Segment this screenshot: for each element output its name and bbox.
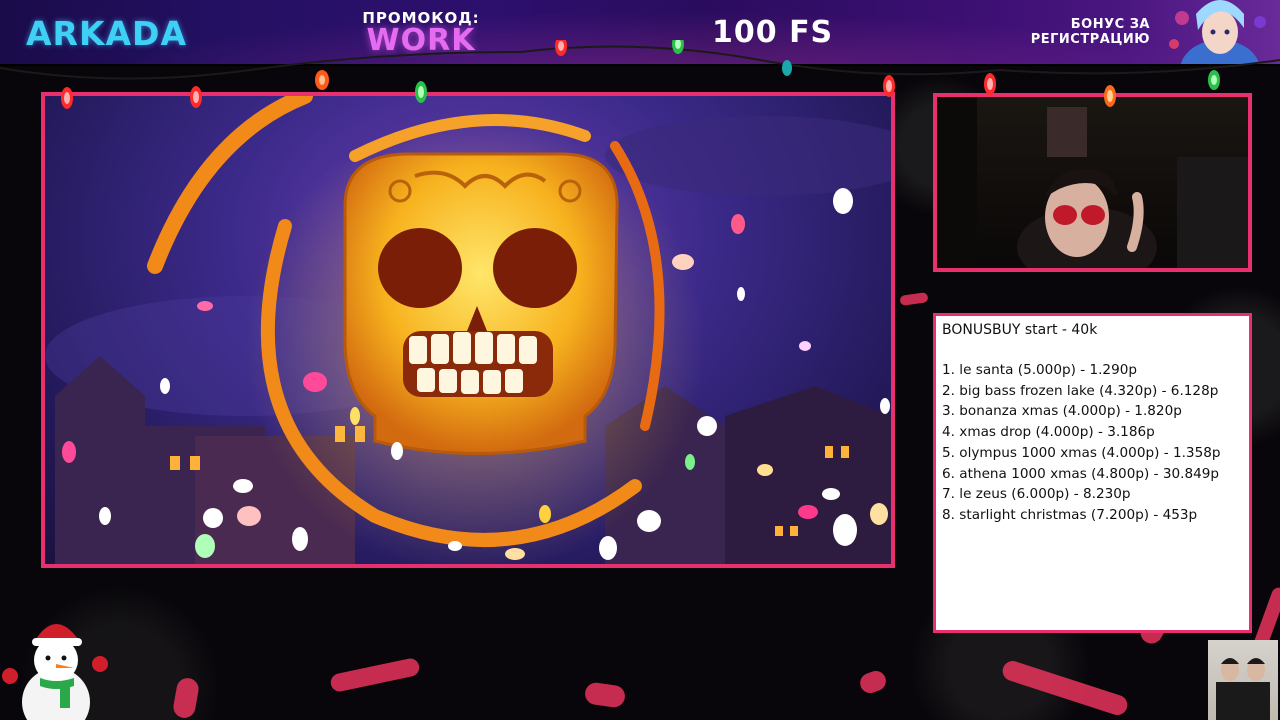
decor-stripe <box>899 292 929 306</box>
decor-stripe <box>857 668 889 696</box>
mascot-character-icon <box>1169 0 1266 64</box>
list-item: 2. big bass frozen lake (4.320р) - 6.128… <box>942 382 1219 399</box>
top-banner: ARKADA ПРОМОКОД: WORK 100 FS БОНУС ЗА РЕ… <box>0 0 1280 66</box>
list-item: 6. athena 1000 xmas (4.800р) - 30.849р <box>942 465 1220 482</box>
bonus-line-1: БОНУС ЗА <box>1070 17 1150 32</box>
snowman-icon <box>2 624 108 720</box>
bonus-line-2: РЕГИСТРАЦИЮ <box>1030 32 1150 47</box>
list-item: 4. xmas drop (4.000р) - 3.186р <box>942 424 1155 441</box>
decor-stripe <box>171 676 201 720</box>
promo-code: WORK <box>366 23 476 58</box>
casino-logo: ARKADA <box>26 14 187 53</box>
list-item: 7. le zeus (6.000р) - 8.230р <box>942 486 1131 503</box>
promo-block: ПРОМОКОД: WORK <box>350 10 492 56</box>
bonus-buy-title: BONUSBUY start - 40k <box>942 322 1098 338</box>
game-screen <box>41 92 895 568</box>
decor-stripe <box>1000 658 1130 718</box>
list-item: 8. starlight christmas (7.200р) - 453р <box>942 506 1198 523</box>
streamer-video-feed <box>937 97 1248 268</box>
list-item: 1. le santa (5.000р) - 1.290р <box>942 362 1138 378</box>
slot-game-bonus-animation <box>45 96 891 564</box>
bonus-buy-panel: BONUSBUY start - 40k 1. le santa (5.000р… <box>933 313 1252 633</box>
list-item: 5. olympus 1000 xmas (4.000р) - 1.358р <box>942 444 1221 461</box>
free-spins-offer: 100 FS <box>712 15 834 50</box>
two-people-image <box>1216 658 1270 720</box>
decor-stripe <box>583 681 627 709</box>
list-item: 3. bonanza xmas (4.000р) - 1.820р <box>942 403 1182 420</box>
bonus-buy-list: 1. le santa (5.000р) - 1.290р 2. big bas… <box>942 360 1243 526</box>
golden-skull-icon <box>343 152 619 455</box>
registration-bonus: БОНУС ЗА РЕГИСТРАЦИЮ <box>1000 17 1150 47</box>
secondary-video-thumbnail <box>1208 640 1278 720</box>
streamer-webcam <box>933 93 1252 272</box>
decor-stripe <box>329 656 421 694</box>
